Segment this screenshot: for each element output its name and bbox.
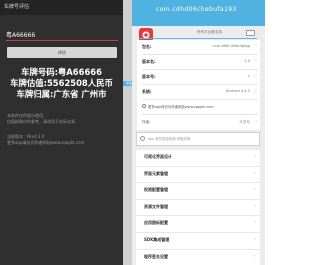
info-value: 1 (247, 74, 250, 78)
author-value: 未发布 (239, 120, 250, 124)
chevron-right-icon: › (254, 154, 256, 159)
info-label: 包名: (142, 44, 152, 49)
info-row-system[interactable]: 系统: Android 4.4.2 › (142, 85, 258, 100)
chevron-right-icon: › (254, 253, 256, 259)
menu-item[interactable]: 程序签名设置 › (136, 249, 260, 265)
chevron-right-icon: › (255, 73, 257, 78)
result-plate-region: 车牌归属:广东省 广州市 (16, 89, 107, 99)
panel-header: com.cdhd06chebufa193 (132, 0, 265, 26)
globe-icon (142, 104, 146, 108)
author-row[interactable]: 作者: 未发布 › (142, 116, 258, 129)
author-website-text: 更多app请访问作者网站www.zqaphr.com (7, 140, 85, 145)
menu-item-label: 程序签名设置 (144, 253, 168, 259)
info-label: 版本号: (142, 74, 156, 79)
menu-item[interactable]: 可视化界面设计 › (136, 150, 260, 167)
plate-evaluator-app: 车牌号评估 评估 车牌号码:粤A66666 车牌估值:5562508人民币 车牌… (0, 0, 123, 265)
app-info-panel: com.cdhd06chebufa193 所有平台都支持 包名: com.dfb… (132, 0, 265, 265)
info-row-package[interactable]: 包名: com.dfbh.dhdb4pfgg › (142, 40, 258, 55)
evaluate-button[interactable]: 评估 (7, 47, 117, 58)
info-value: Android 4.4.2 (225, 89, 250, 93)
chevron-right-icon: › (255, 58, 257, 63)
menu-item[interactable]: 界面元素管理 › (136, 166, 260, 184)
menu-item[interactable]: SDK集成管理 › (136, 232, 260, 250)
chevron-right-icon: › (254, 220, 256, 226)
plate-number-input[interactable] (6, 29, 118, 41)
chevron-right-icon: › (255, 88, 257, 93)
app-info-card: 包名: com.dfbh.dhdb4pfgg › 版本名: 1.0 › 版本号:… (137, 40, 260, 130)
app-titlebar: 车牌号评估 (0, 0, 123, 15)
author-label: 作者: (142, 120, 151, 124)
menu-list: 可视化界面设计 › 界面元素管理 › 权限配置管理 › 资源文件管理 › 应用图… (136, 150, 260, 265)
chevron-right-icon: › (255, 119, 257, 124)
menu-item-label: 资源文件管理 (144, 203, 168, 209)
app-title: 车牌号评估 (4, 4, 30, 10)
menu-item-label: 界面元素管理 (144, 170, 168, 176)
menu-item[interactable]: 权限配置管理 › (136, 183, 260, 200)
chevron-right-icon: › (254, 187, 256, 193)
info-value: 1.0 (244, 59, 250, 63)
menu-item[interactable]: 资源文件管理 › (136, 199, 260, 217)
website-text: 更多app请访问作者网站www.zqaphr.com (148, 105, 214, 109)
result-plate-number: 车牌号码:粤A66666 (21, 67, 102, 77)
header-separator (139, 38, 257, 39)
website-row[interactable]: 更多app请访问作者网站www.zqaphr.com (142, 100, 258, 115)
chevron-right-icon: › (254, 236, 256, 242)
panel-header-text: com.cdhd06chebufa193 (156, 6, 237, 13)
search-icon (140, 136, 145, 141)
toggle-icon[interactable] (246, 30, 255, 36)
menu-item-label: 权限配置管理 (144, 187, 168, 193)
chevron-right-icon: › (254, 203, 256, 209)
info-row-version-name[interactable]: 版本名: 1.0 › (142, 55, 258, 70)
result-plate-value: 车牌估值:5562508人民币 (10, 78, 113, 88)
menu-item[interactable]: 应用图标配置 › (136, 216, 260, 233)
info-value: com.dfbh.dhdb4pfgg (212, 44, 250, 48)
chevron-right-icon: › (255, 43, 257, 48)
disclaimer-line-2: 估值结果仅供参考，请勿用于实际交易 (7, 119, 75, 124)
menu-item-label: SDK集成管理 (144, 236, 170, 242)
divider-strip (123, 0, 132, 265)
search-box[interactable]: app 软件信息查询 获取详情 (136, 132, 260, 146)
menu-item-label: 应用图标配置 (144, 220, 168, 226)
chevron-right-icon: › (254, 170, 256, 176)
search-text: app 软件信息查询 获取详情 (148, 137, 191, 141)
info-row-version-code[interactable]: 版本号: 1 › (142, 70, 258, 85)
switch-label: 所有平台都支持 (197, 30, 223, 34)
info-label: 系统: (142, 89, 152, 94)
menu-item-label: 可视化界面设计 (144, 154, 172, 159)
info-label: 版本名: (142, 59, 156, 64)
